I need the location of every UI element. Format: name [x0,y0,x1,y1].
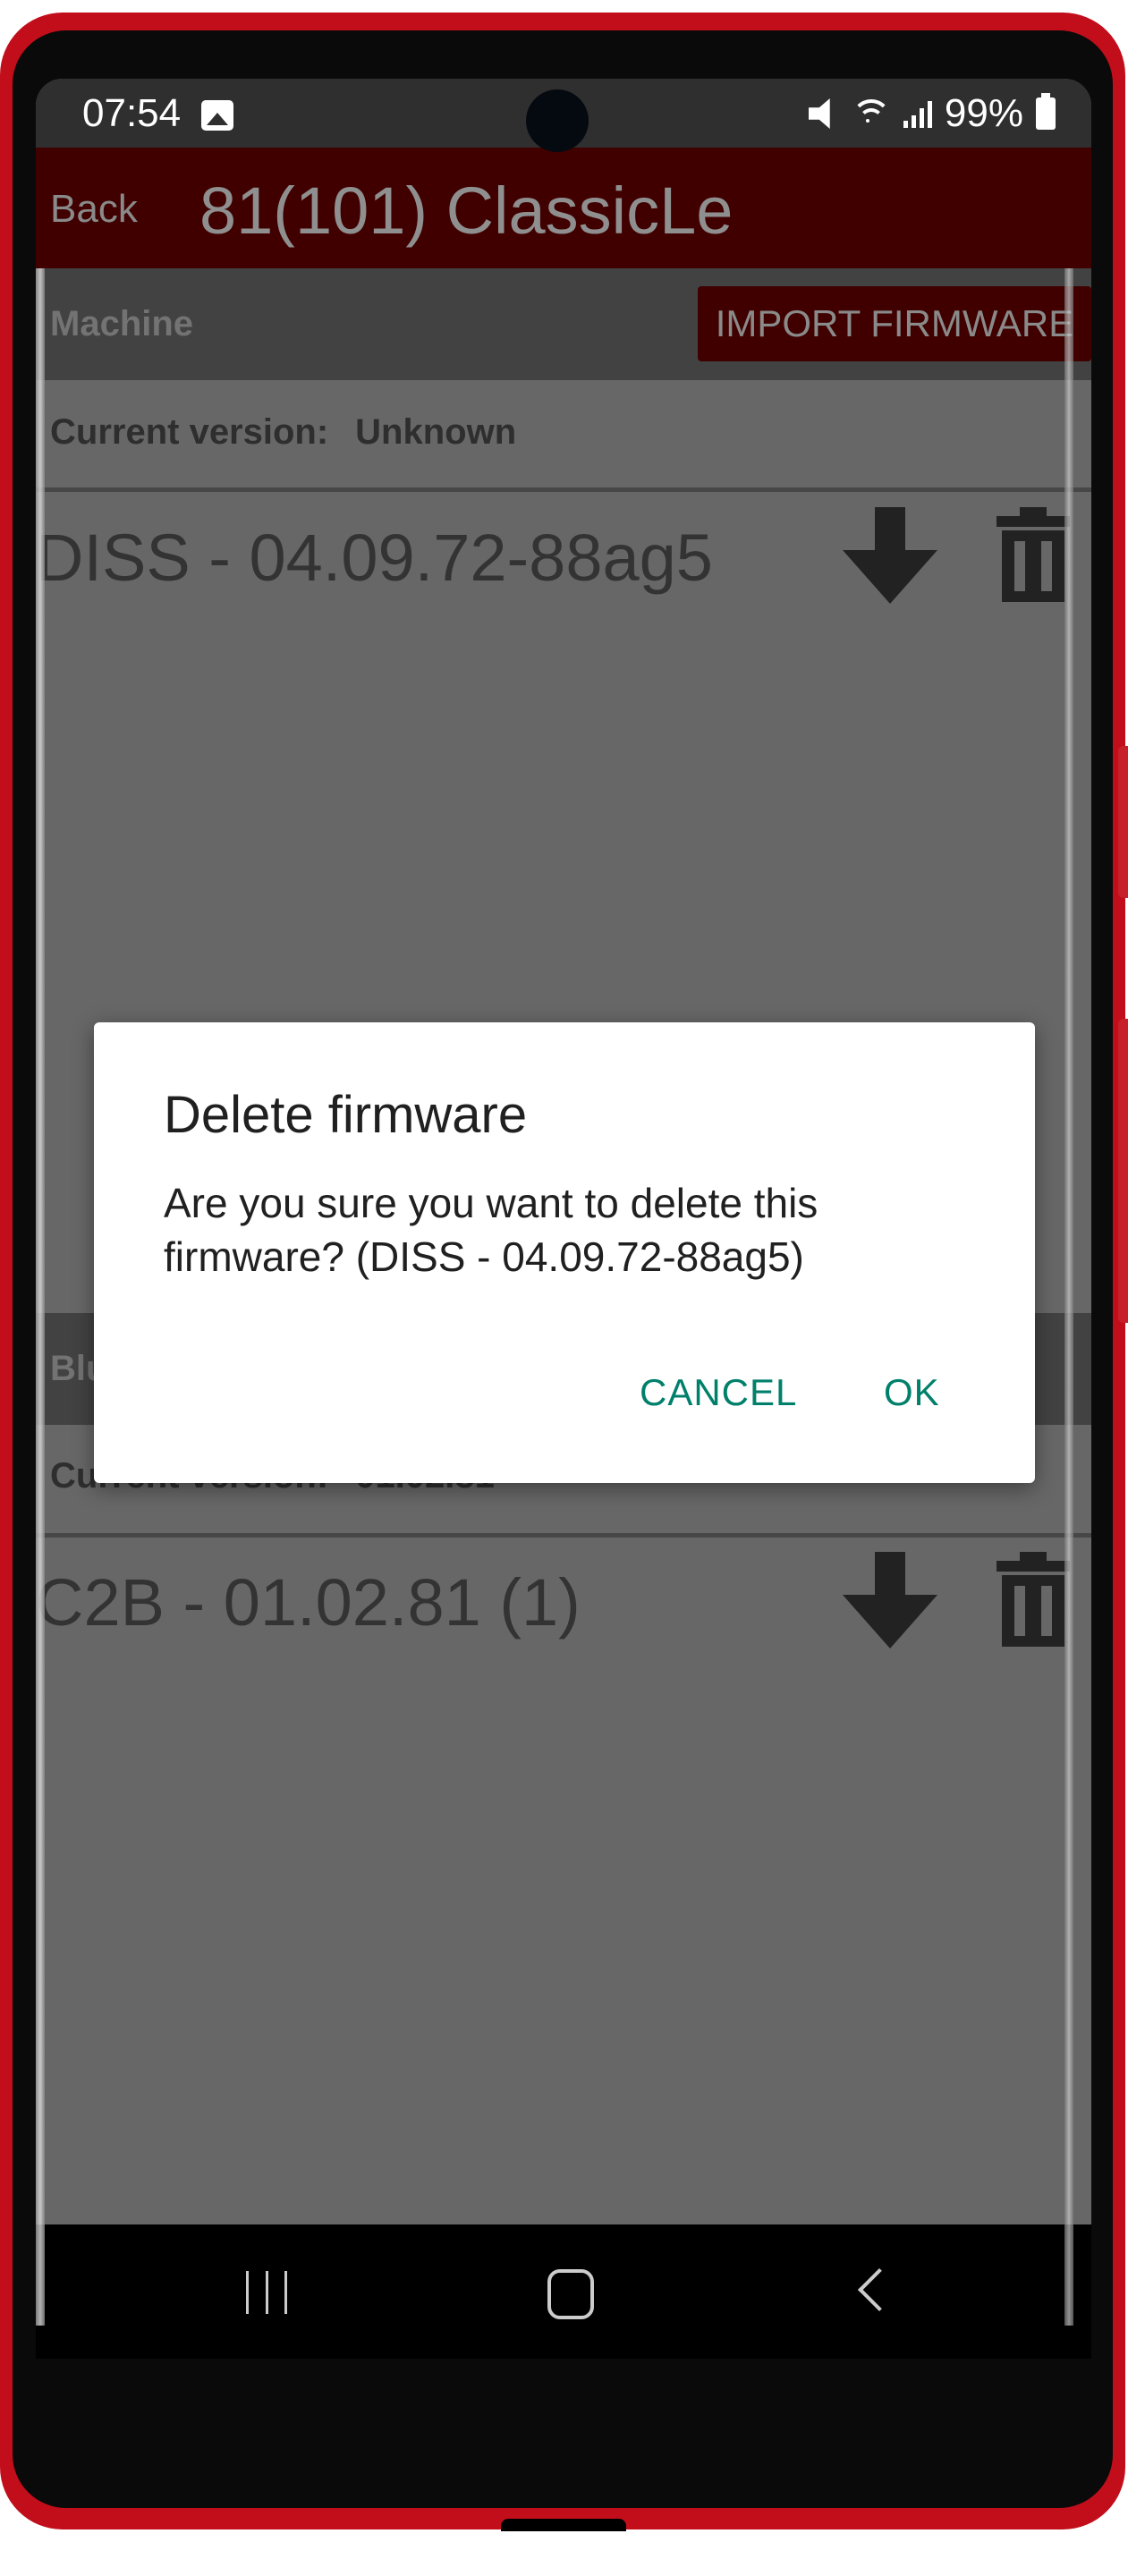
divider [36,1533,1091,1538]
status-time: 07:54 [82,91,182,135]
firmware-label: C2B - 01.02.81 (1) [36,1565,581,1640]
trash-icon[interactable] [993,1548,1073,1650]
edge-glare [36,268,45,2326]
current-version-value: Unknown [355,412,517,452]
dialog-title: Delete firmware [164,1086,528,1144]
delete-firmware-dialog: Delete firmware Are you sure you want to… [94,1022,1035,1483]
page-title: 81(101) ClassicLe [199,174,734,248]
firmware-row[interactable]: DISS - 04.09.72-88ag5 [36,504,1091,611]
navigation-bar [36,2224,1091,2359]
current-version-label: Current version: [50,412,329,452]
signal-icon [903,99,932,128]
recent-apps-icon[interactable] [246,2271,287,2314]
firmware-row[interactable]: C2B - 01.02.81 (1) [36,1548,1091,1656]
front-camera [526,89,589,152]
trash-icon[interactable] [993,504,1073,606]
title-bar: Back 81(101) ClassicLe [36,148,1091,268]
cancel-button[interactable]: CANCEL [640,1371,797,1414]
battery-percent: 99% [944,91,1023,135]
wifi-icon [851,97,891,130]
volume-button [1118,746,1128,898]
download-icon[interactable] [841,1552,939,1650]
ok-button[interactable]: OK [884,1371,940,1414]
divider [36,487,1091,492]
mute-vibrate-icon [808,98,830,129]
back-nav-icon[interactable] [857,2267,902,2312]
gallery-icon [201,100,233,131]
section-title: Machine [50,304,194,343]
battery-icon [1036,93,1056,130]
dialog-message: Are you sure you want to delete this fir… [164,1180,818,1280]
section-header-machine: Machine IMPORT FIRMWARE [36,268,1091,380]
home-icon[interactable] [547,2269,594,2319]
firmware-label: DISS - 04.09.72-88ag5 [36,521,713,595]
usb-port [501,2519,626,2531]
back-button[interactable]: Back [50,187,138,232]
edge-glare [1064,268,1073,2326]
power-button [1118,1019,1128,1323]
current-version-machine: Current version: Unknown [50,412,516,453]
import-firmware-button[interactable]: IMPORT FIRMWARE [698,286,1091,361]
download-icon[interactable] [841,507,939,606]
